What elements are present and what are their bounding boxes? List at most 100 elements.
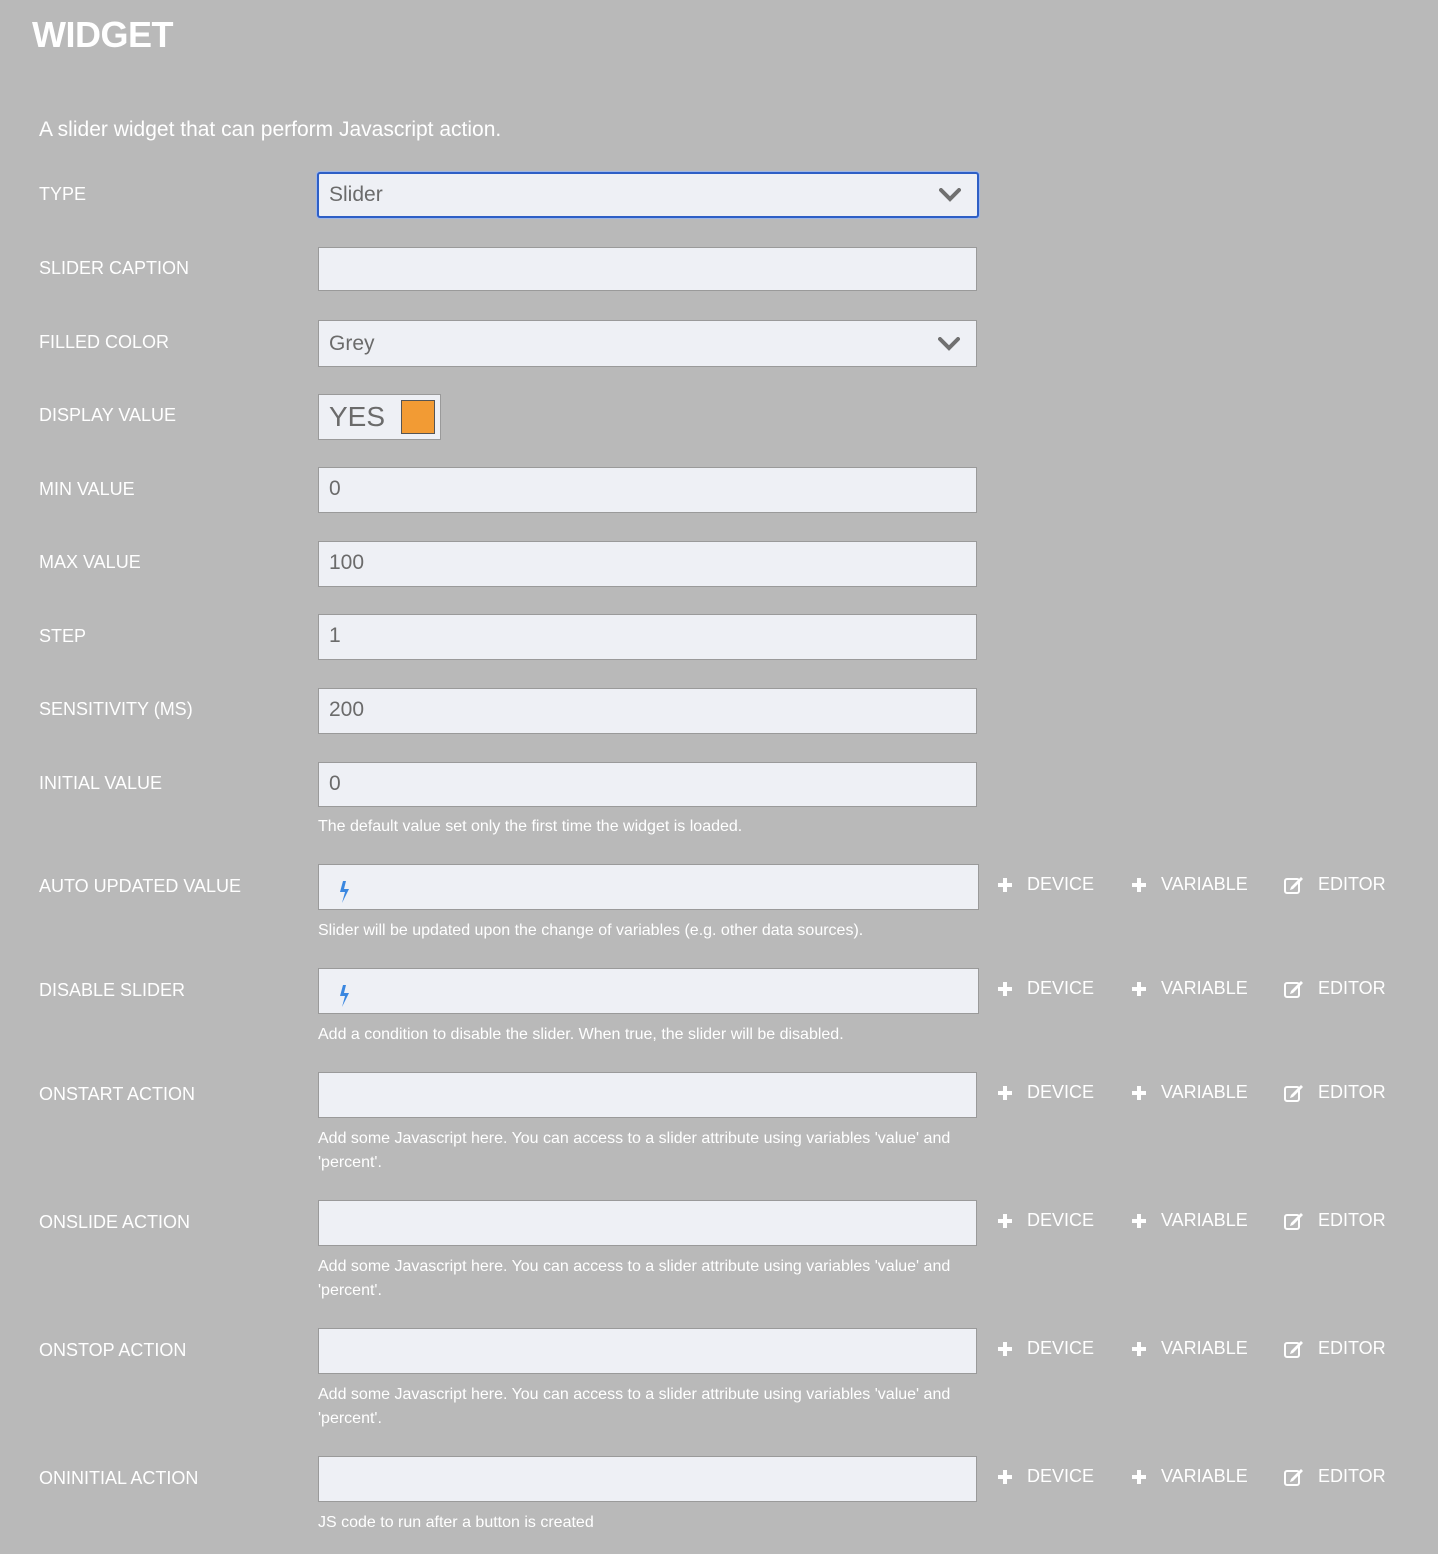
plus-icon <box>1131 1085 1147 1101</box>
variable-label: VARIABLE <box>1161 1466 1248 1486</box>
type-label: TYPE <box>39 184 87 204</box>
oninitial-action-input[interactable] <box>318 1456 977 1502</box>
lightning-bolt-icon <box>337 876 351 918</box>
onslide-action-help-line1: Add some Javascript here. You can access… <box>318 1258 951 1275</box>
add-device-button[interactable]: DEVICE <box>997 874 1094 895</box>
device-label: DEVICE <box>1027 1466 1095 1486</box>
plus-icon <box>1131 877 1147 893</box>
disable-slider-label: DISABLE SLIDER <box>39 980 186 1000</box>
add-variable-button[interactable]: VARIABLE <box>1131 978 1248 999</box>
variable-label: VARIABLE <box>1161 1210 1248 1230</box>
display-value-toggle[interactable]: YES <box>318 394 441 440</box>
edit-icon <box>1284 1340 1304 1358</box>
device-label: DEVICE <box>1027 1338 1095 1358</box>
min-value-label: MIN VALUE <box>39 479 135 499</box>
onslide-action-help-line2: 'percent'. <box>318 1282 382 1299</box>
lightning-bolt-icon <box>337 980 351 1022</box>
open-editor-button[interactable]: EDITOR <box>1284 1338 1386 1359</box>
disable-slider-help: Add a condition to disable the slider. W… <box>318 1026 844 1043</box>
widget-description: A slider widget that can perform Javascr… <box>39 118 502 141</box>
open-editor-button[interactable]: EDITOR <box>1284 1210 1386 1231</box>
onstart-action-help-line2: 'percent'. <box>318 1154 382 1171</box>
edit-icon <box>1284 1084 1304 1102</box>
plus-icon <box>1131 981 1147 997</box>
device-label: DEVICE <box>1027 1210 1095 1230</box>
onslide-action-help: Add some Javascript here. You can access… <box>318 1255 978 1303</box>
onstart-action-input[interactable] <box>318 1072 977 1118</box>
display-value-text: YES <box>329 401 386 432</box>
auto-updated-value-label: AUTO UPDATED VALUE <box>39 876 242 896</box>
edit-icon <box>1284 1212 1304 1230</box>
plus-icon <box>1131 1341 1147 1357</box>
display-value-swatch <box>401 400 435 434</box>
auto-updated-value-input[interactable] <box>318 864 979 910</box>
add-variable-button[interactable]: VARIABLE <box>1131 1466 1248 1487</box>
onstop-action-label: ONSTOP ACTION <box>39 1340 187 1360</box>
plus-icon <box>997 981 1013 997</box>
plus-icon <box>1131 1213 1147 1229</box>
edit-icon <box>1284 980 1304 998</box>
variable-label: VARIABLE <box>1161 1082 1248 1102</box>
onstop-action-help: Add some Javascript here. You can access… <box>318 1383 978 1431</box>
oninitial-action-help: JS code to run after a button is created <box>318 1514 594 1531</box>
open-editor-button[interactable]: EDITOR <box>1284 978 1386 999</box>
filled-color-label: FILLED COLOR <box>39 332 170 352</box>
type-select[interactable]: Slider <box>317 172 979 218</box>
editor-label: EDITOR <box>1318 1466 1386 1486</box>
edit-icon <box>1284 876 1304 894</box>
plus-icon <box>997 877 1013 893</box>
chevron-down-icon <box>939 174 961 216</box>
slider-caption-label: SLIDER CAPTION <box>39 258 190 278</box>
add-device-button[interactable]: DEVICE <box>997 978 1094 999</box>
plus-icon <box>1131 1469 1147 1485</box>
add-device-button[interactable]: DEVICE <box>997 1338 1094 1359</box>
initial-value-input[interactable]: 0 <box>318 762 977 807</box>
onslide-action-label: ONSLIDE ACTION <box>39 1212 191 1232</box>
add-variable-button[interactable]: VARIABLE <box>1131 1210 1248 1231</box>
auto-updated-value-help: Slider will be updated upon the change o… <box>318 922 864 939</box>
onstop-action-input[interactable] <box>318 1328 977 1374</box>
add-variable-button[interactable]: VARIABLE <box>1131 1338 1248 1359</box>
plus-icon <box>997 1213 1013 1229</box>
filled-color-value: Grey <box>329 332 375 355</box>
editor-label: EDITOR <box>1318 874 1386 894</box>
initial-value-help: The default value set only the first tim… <box>318 818 743 835</box>
initial-value-label: INITIAL VALUE <box>39 773 163 793</box>
sensitivity-label: SENSITIVITY (MS) <box>39 699 193 719</box>
open-editor-button[interactable]: EDITOR <box>1284 1082 1386 1103</box>
oninitial-action-label: ONINITIAL ACTION <box>39 1468 199 1488</box>
onslide-action-input[interactable] <box>318 1200 977 1246</box>
onstop-action-help-line1: Add some Javascript here. You can access… <box>318 1386 951 1403</box>
min-value-input[interactable]: 0 <box>318 467 977 513</box>
device-label: DEVICE <box>1027 874 1095 894</box>
add-variable-button[interactable]: VARIABLE <box>1131 1082 1248 1103</box>
device-label: DEVICE <box>1027 978 1095 998</box>
open-editor-button[interactable]: EDITOR <box>1284 1466 1386 1487</box>
sensitivity-input[interactable]: 200 <box>318 688 977 734</box>
onstop-action-help-line2: 'percent'. <box>318 1410 382 1427</box>
device-label: DEVICE <box>1027 1082 1095 1102</box>
add-device-button[interactable]: DEVICE <box>997 1210 1094 1231</box>
plus-icon <box>997 1085 1013 1101</box>
onstart-action-help: Add some Javascript here. You can access… <box>318 1127 978 1175</box>
page-title: WIDGET <box>32 14 173 55</box>
add-variable-button[interactable]: VARIABLE <box>1131 874 1248 895</box>
step-input[interactable]: 1 <box>318 614 977 660</box>
filled-color-select[interactable]: Grey <box>318 320 977 367</box>
editor-label: EDITOR <box>1318 978 1386 998</box>
step-label: STEP <box>39 626 87 646</box>
slider-caption-input[interactable] <box>318 247 977 291</box>
plus-icon <box>997 1469 1013 1485</box>
add-device-button[interactable]: DEVICE <box>997 1082 1094 1103</box>
chevron-down-icon <box>938 321 960 366</box>
disable-slider-input[interactable] <box>318 968 979 1014</box>
add-device-button[interactable]: DEVICE <box>997 1466 1094 1487</box>
max-value-label: MAX VALUE <box>39 552 141 572</box>
variable-label: VARIABLE <box>1161 874 1248 894</box>
variable-label: VARIABLE <box>1161 1338 1248 1358</box>
variable-label: VARIABLE <box>1161 978 1248 998</box>
open-editor-button[interactable]: EDITOR <box>1284 874 1386 895</box>
type-select-value: Slider <box>329 183 383 206</box>
onstart-action-label: ONSTART ACTION <box>39 1084 196 1104</box>
max-value-input[interactable]: 100 <box>318 541 977 587</box>
